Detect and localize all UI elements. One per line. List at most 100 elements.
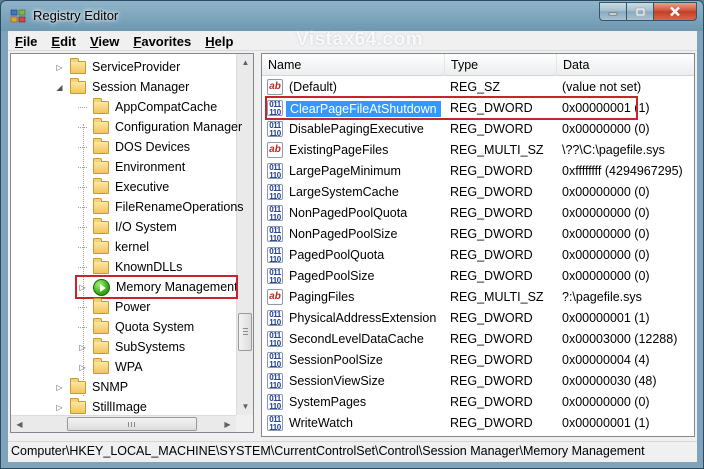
- menu-file[interactable]: File: [8, 31, 44, 51]
- list-row[interactable]: ab ExistingPageFiles REG_MULTI_SZ \??\C:\pa…: [262, 140, 694, 161]
- value-data: 0xffffffff (4294967295): [562, 164, 683, 178]
- tree-item-dos-devices[interactable]: DOS Devices: [78, 137, 190, 157]
- list-row[interactable]: 011 110 LargeSystemCache REG_DWORD 0x0000000…: [262, 182, 694, 203]
- menu-favorites[interactable]: Favorites: [126, 31, 198, 51]
- title-bar[interactable]: Registry Editor: [1, 1, 703, 31]
- dword-value-icon: 011 110: [267, 121, 283, 138]
- value-data: 0x00000000 (0): [562, 395, 650, 409]
- registry-values-list[interactable]: Name Type Data ab (Default) REG_SZ (value n…: [261, 53, 695, 437]
- folder-icon: [70, 57, 86, 74]
- registry-editor-app-icon: [10, 9, 26, 23]
- folder-icon: [70, 397, 86, 414]
- expand-arrow-icon[interactable]: ▷: [78, 343, 87, 352]
- registry-key-tree[interactable]: ▲ ▼ ◀ ▶ ▷ ServiceProvider ◢ Session Manager…: [10, 53, 254, 433]
- tree-spacer: [78, 207, 87, 208]
- minimize-icon: [608, 12, 618, 15]
- tree-horizontal-scroll-thumb[interactable]: [67, 417, 197, 431]
- folder-icon: [93, 157, 109, 174]
- expand-arrow-icon[interactable]: ▷: [78, 363, 87, 372]
- tree-item-stillimage[interactable]: ▷ StillImage: [55, 397, 147, 417]
- list-row[interactable]: ab (Default) REG_SZ (value not set): [262, 77, 694, 98]
- folder-icon: [93, 357, 109, 374]
- tree-item-quota-system[interactable]: Quota System: [78, 317, 194, 337]
- tree-item-executive[interactable]: Executive: [78, 177, 169, 197]
- expand-arrow-icon[interactable]: ▷: [55, 383, 64, 392]
- list-row[interactable]: 011 110 LargePageMinimum REG_DWORD 0xfffffff…: [262, 161, 694, 182]
- folder-icon: [93, 297, 109, 314]
- column-header-type[interactable]: Type: [445, 54, 557, 76]
- dword-value-icon: 011 110: [267, 205, 283, 222]
- tree-highlight-box: [75, 275, 238, 299]
- list-row[interactable]: 011 110 PhysicalAddressExtension REG_DWORD 0…: [262, 308, 694, 329]
- tree-vertical-scroll-thumb[interactable]: [238, 313, 252, 351]
- list-row[interactable]: 011 110 WriteWatch REG_DWORD 0x00000001 (1): [262, 413, 694, 434]
- value-name: LargeSystemCache: [289, 185, 399, 199]
- tree-item-serviceprovider[interactable]: ▷ ServiceProvider: [55, 57, 180, 77]
- tree-vertical-scrollbar[interactable]: ▲ ▼: [236, 54, 253, 415]
- maximize-button[interactable]: [627, 2, 653, 21]
- tree-item-power[interactable]: Power: [78, 297, 150, 317]
- list-row[interactable]: 011 110 SessionViewSize REG_DWORD 0x00000030…: [262, 371, 694, 392]
- tree-item-environment[interactable]: Environment: [78, 157, 185, 177]
- string-value-icon: ab: [267, 142, 283, 158]
- value-name: PagingFiles: [289, 290, 355, 304]
- menu-help[interactable]: Help: [198, 31, 240, 51]
- scroll-left-arrow-icon[interactable]: ◀: [11, 416, 28, 432]
- folder-icon: [93, 177, 109, 194]
- collapse-arrow-icon[interactable]: ◢: [55, 83, 64, 92]
- tree-item-filerenameoperations[interactable]: FileRenameOperations: [78, 197, 244, 217]
- menu-view[interactable]: View: [83, 31, 126, 51]
- maximize-icon: [635, 7, 645, 16]
- tree-item-i-o-system[interactable]: I/O System: [78, 217, 177, 237]
- value-data: 0x00000004 (4): [562, 353, 650, 367]
- tree-item-knowndlls[interactable]: KnownDLLs: [78, 257, 182, 277]
- value-data: 0x00000001 (1): [562, 311, 650, 325]
- dword-value-icon: 011 110: [267, 226, 283, 243]
- list-row[interactable]: 011 110 DisablePagingExecutive REG_DWORD 0x0…: [262, 119, 694, 140]
- tree-horizontal-scrollbar[interactable]: ◀ ▶: [11, 415, 236, 432]
- value-type: REG_SZ: [450, 80, 501, 94]
- list-column-header: Name Type Data: [262, 54, 694, 76]
- tree-item-kernel[interactable]: kernel: [78, 237, 149, 257]
- menu-edit[interactable]: Edit: [44, 31, 83, 51]
- tree-item-wpa[interactable]: ▷ WPA: [78, 357, 143, 377]
- folder-icon: [70, 77, 86, 94]
- dword-value-icon: 011 110: [267, 310, 283, 327]
- close-button[interactable]: [653, 2, 697, 21]
- tree-item-label: KnownDLLs: [115, 260, 183, 274]
- dword-value-icon: 011 110: [267, 184, 283, 201]
- value-name: SessionViewSize: [289, 374, 385, 388]
- list-row[interactable]: 011 110 SecondLevelDataCache REG_DWORD 0x000…: [262, 329, 694, 350]
- tree-spacer: [78, 327, 87, 328]
- tree-item-subsystems[interactable]: ▷ SubSystems: [78, 337, 185, 357]
- scroll-up-arrow-icon[interactable]: ▲: [237, 54, 253, 71]
- minimize-button[interactable]: [599, 2, 627, 21]
- list-row[interactable]: 011 110 SessionPoolSize REG_DWORD 0x00000004…: [262, 350, 694, 371]
- tree-item-label: Executive: [115, 180, 170, 194]
- tree-item-label: kernel: [115, 240, 150, 254]
- scroll-down-arrow-icon[interactable]: ▼: [237, 398, 253, 415]
- column-header-name[interactable]: Name: [262, 54, 445, 76]
- value-type: REG_DWORD: [450, 374, 533, 388]
- value-type: REG_DWORD: [450, 395, 533, 409]
- folder-icon: [93, 197, 109, 214]
- list-row[interactable]: 011 110 PagedPoolQuota REG_DWORD 0x00000000 …: [262, 245, 694, 266]
- list-row[interactable]: 011 110 SystemPages REG_DWORD 0x00000000 (0): [262, 392, 694, 413]
- value-data: ?:\pagefile.sys: [562, 290, 642, 304]
- list-row[interactable]: 011 110 NonPagedPoolSize REG_DWORD 0x0000000…: [262, 224, 694, 245]
- expand-arrow-icon[interactable]: ▷: [55, 403, 64, 412]
- list-row[interactable]: ab PagingFiles REG_MULTI_SZ ?:\pagefile.sys: [262, 287, 694, 308]
- list-row[interactable]: 011 110 NonPagedPoolQuota REG_DWORD 0x000000…: [262, 203, 694, 224]
- tree-item-appcompatcache[interactable]: AppCompatCache: [78, 97, 217, 117]
- tree-item-label: DOS Devices: [115, 140, 191, 154]
- expand-arrow-icon[interactable]: ▷: [55, 63, 64, 72]
- value-type: REG_DWORD: [450, 416, 533, 430]
- tree-item-label: SNMP: [92, 380, 129, 394]
- tree-spacer: [78, 307, 87, 308]
- tree-item-configuration-manager[interactable]: Configuration Manager: [78, 117, 242, 137]
- list-row[interactable]: 011 110 PagedPoolSize REG_DWORD 0x00000000 (…: [262, 266, 694, 287]
- tree-item-session-manager[interactable]: ◢ Session Manager: [55, 77, 189, 97]
- column-header-data[interactable]: Data: [557, 54, 694, 76]
- tree-item-snmp[interactable]: ▷ SNMP: [55, 377, 128, 397]
- scroll-right-arrow-icon[interactable]: ▶: [219, 416, 236, 432]
